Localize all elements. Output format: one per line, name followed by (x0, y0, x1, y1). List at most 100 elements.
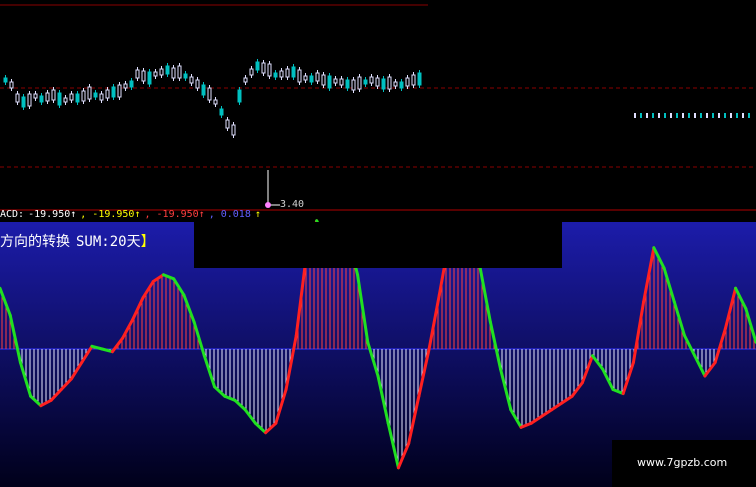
candle (369, 74, 374, 86)
overlay-box (194, 222, 562, 268)
low-price-marker (265, 170, 280, 208)
candle (57, 90, 62, 108)
price-marker (658, 113, 660, 118)
candle (291, 64, 296, 80)
candle (93, 90, 98, 100)
candle (105, 87, 110, 101)
right-price-markers (634, 113, 750, 118)
candle (147, 69, 152, 87)
indicator-title: 方向的转换 SUM:20天】 (0, 231, 155, 251)
candle (21, 94, 26, 110)
candle (309, 73, 314, 85)
candle (219, 106, 224, 118)
candle (9, 79, 14, 91)
indicator-bracket: 】 (140, 234, 155, 250)
candle (231, 122, 236, 138)
candle (273, 70, 278, 80)
price-marker (652, 113, 654, 118)
candle (183, 71, 188, 81)
candle (267, 61, 272, 79)
price-marker (646, 113, 648, 118)
indicator-readout: ACD: -19.950↑, -19.950↑, -19.950↑, 0.018 ↑ (0, 208, 265, 222)
candle (387, 74, 392, 92)
candle (399, 79, 404, 91)
candle (297, 67, 302, 85)
price-marker (640, 113, 642, 118)
candle (249, 66, 254, 78)
candle (111, 84, 116, 100)
readout-value-2: , -19.950↑ (80, 209, 141, 220)
candle (51, 87, 56, 103)
candle (285, 66, 290, 80)
candle (15, 91, 20, 105)
price-grid (0, 4, 756, 211)
candle (27, 91, 32, 109)
price-marker (682, 113, 684, 118)
price-marker (706, 113, 708, 118)
price-marker (712, 113, 714, 118)
candle (75, 91, 80, 105)
candle (321, 72, 326, 88)
price-marker (634, 113, 636, 118)
price-marker (688, 113, 690, 118)
indicator-sum-label: SUM:20天 (76, 234, 141, 250)
price-marker (730, 113, 732, 118)
candle (303, 73, 308, 83)
candle (261, 60, 266, 76)
candle (207, 85, 212, 103)
watermark-text: www.7gpzb.com (637, 456, 728, 469)
candle (171, 65, 176, 81)
candle (87, 84, 92, 102)
candle (363, 77, 368, 87)
candle (117, 82, 122, 100)
candle (405, 75, 410, 89)
indicator-name: 方向的转换 (0, 234, 70, 250)
candle (81, 88, 86, 104)
readout-label: ACD: (0, 209, 25, 220)
candle (333, 76, 338, 86)
candle (417, 70, 422, 88)
low-price-label: 3.40 (280, 199, 305, 210)
price-marker (700, 113, 702, 118)
candle (165, 63, 170, 77)
candle (99, 91, 104, 103)
readout-value-4: , 0.018 (208, 209, 251, 220)
readout-value-5: ↑ (254, 209, 261, 220)
candle (195, 77, 200, 91)
candle (189, 74, 194, 86)
readout-value-3: , -19.950↑ (144, 209, 205, 220)
candle (123, 81, 128, 91)
candle (39, 93, 44, 105)
candle (135, 67, 140, 81)
price-marker (670, 113, 672, 118)
price-marker (736, 113, 738, 118)
price-marker (664, 113, 666, 118)
candle (177, 63, 182, 81)
candle (69, 91, 74, 103)
price-marker (694, 113, 696, 118)
candle (411, 72, 416, 88)
candle (339, 76, 344, 88)
candle (351, 77, 356, 93)
candle (255, 59, 260, 73)
price-marker (718, 113, 720, 118)
candle (3, 75, 8, 85)
candle (213, 97, 218, 107)
candle (243, 75, 248, 85)
candle (375, 75, 380, 89)
candle (45, 90, 50, 104)
price-marker (676, 113, 678, 118)
candle (327, 73, 332, 91)
candle (279, 68, 284, 80)
price-marker (724, 113, 726, 118)
price-candles (3, 59, 422, 138)
candle (159, 66, 164, 78)
candle (381, 76, 386, 92)
candle (201, 82, 206, 98)
candle (225, 117, 230, 131)
candle (345, 77, 350, 91)
candle (129, 78, 134, 90)
readout-value-1: -19.950↑ (28, 209, 77, 220)
candle (141, 68, 146, 84)
candle (63, 95, 68, 105)
